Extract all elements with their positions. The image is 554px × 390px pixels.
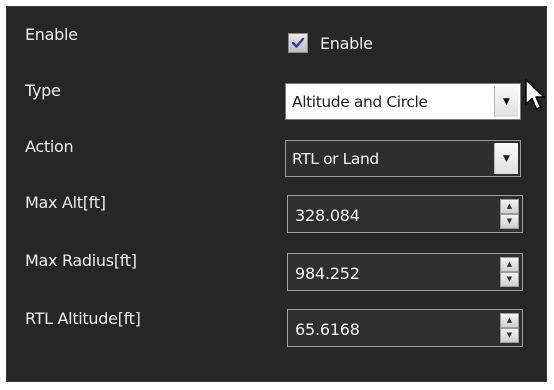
rtl-altitude-value[interactable]: 65.6168 bbox=[295, 320, 360, 339]
rtl-altitude-spinbox[interactable]: 65.6168 ▲ ▼ bbox=[287, 309, 523, 347]
action-dropdown[interactable]: RTL or Land ▼ bbox=[285, 140, 521, 177]
max-radius-value[interactable]: 984.252 bbox=[295, 264, 360, 283]
spin-up-icon[interactable]: ▲ bbox=[500, 199, 519, 214]
enable-checkbox[interactable] bbox=[288, 33, 308, 53]
max-radius-spinbox[interactable]: 984.252 ▲ ▼ bbox=[287, 253, 523, 291]
spin-up-icon[interactable]: ▲ bbox=[500, 313, 519, 328]
spin-down-icon[interactable]: ▼ bbox=[500, 214, 519, 229]
fence-settings-panel: Enable Enable Type Altitude and Circle ▼… bbox=[6, 6, 547, 382]
chevron-down-icon[interactable]: ▼ bbox=[494, 86, 518, 117]
max-radius-label: Max Radius[ft] bbox=[25, 251, 137, 270]
spin-down-icon[interactable]: ▼ bbox=[500, 272, 519, 287]
spin-up-icon[interactable]: ▲ bbox=[500, 257, 519, 272]
enable-checkbox-label: Enable bbox=[320, 33, 373, 53]
rtl-altitude-label: RTL Altitude[ft] bbox=[25, 309, 141, 328]
chevron-down-icon[interactable]: ▼ bbox=[494, 143, 518, 174]
mouse-cursor-icon bbox=[525, 79, 545, 110]
action-dropdown-value: RTL or Land bbox=[292, 150, 379, 168]
type-dropdown-value: Altitude and Circle bbox=[292, 93, 428, 111]
max-alt-value[interactable]: 328.084 bbox=[295, 206, 360, 225]
type-label: Type bbox=[25, 81, 61, 100]
type-dropdown[interactable]: Altitude and Circle ▼ bbox=[285, 83, 521, 120]
checkmark-icon bbox=[291, 37, 305, 48]
enable-label: Enable bbox=[25, 25, 78, 44]
enable-checkbox-row[interactable]: Enable bbox=[288, 30, 373, 56]
max-alt-spinbox[interactable]: 328.084 ▲ ▼ bbox=[287, 195, 523, 233]
spin-down-icon[interactable]: ▼ bbox=[500, 328, 519, 343]
max-alt-label: Max Alt[ft] bbox=[25, 193, 106, 212]
action-label: Action bbox=[25, 137, 74, 156]
